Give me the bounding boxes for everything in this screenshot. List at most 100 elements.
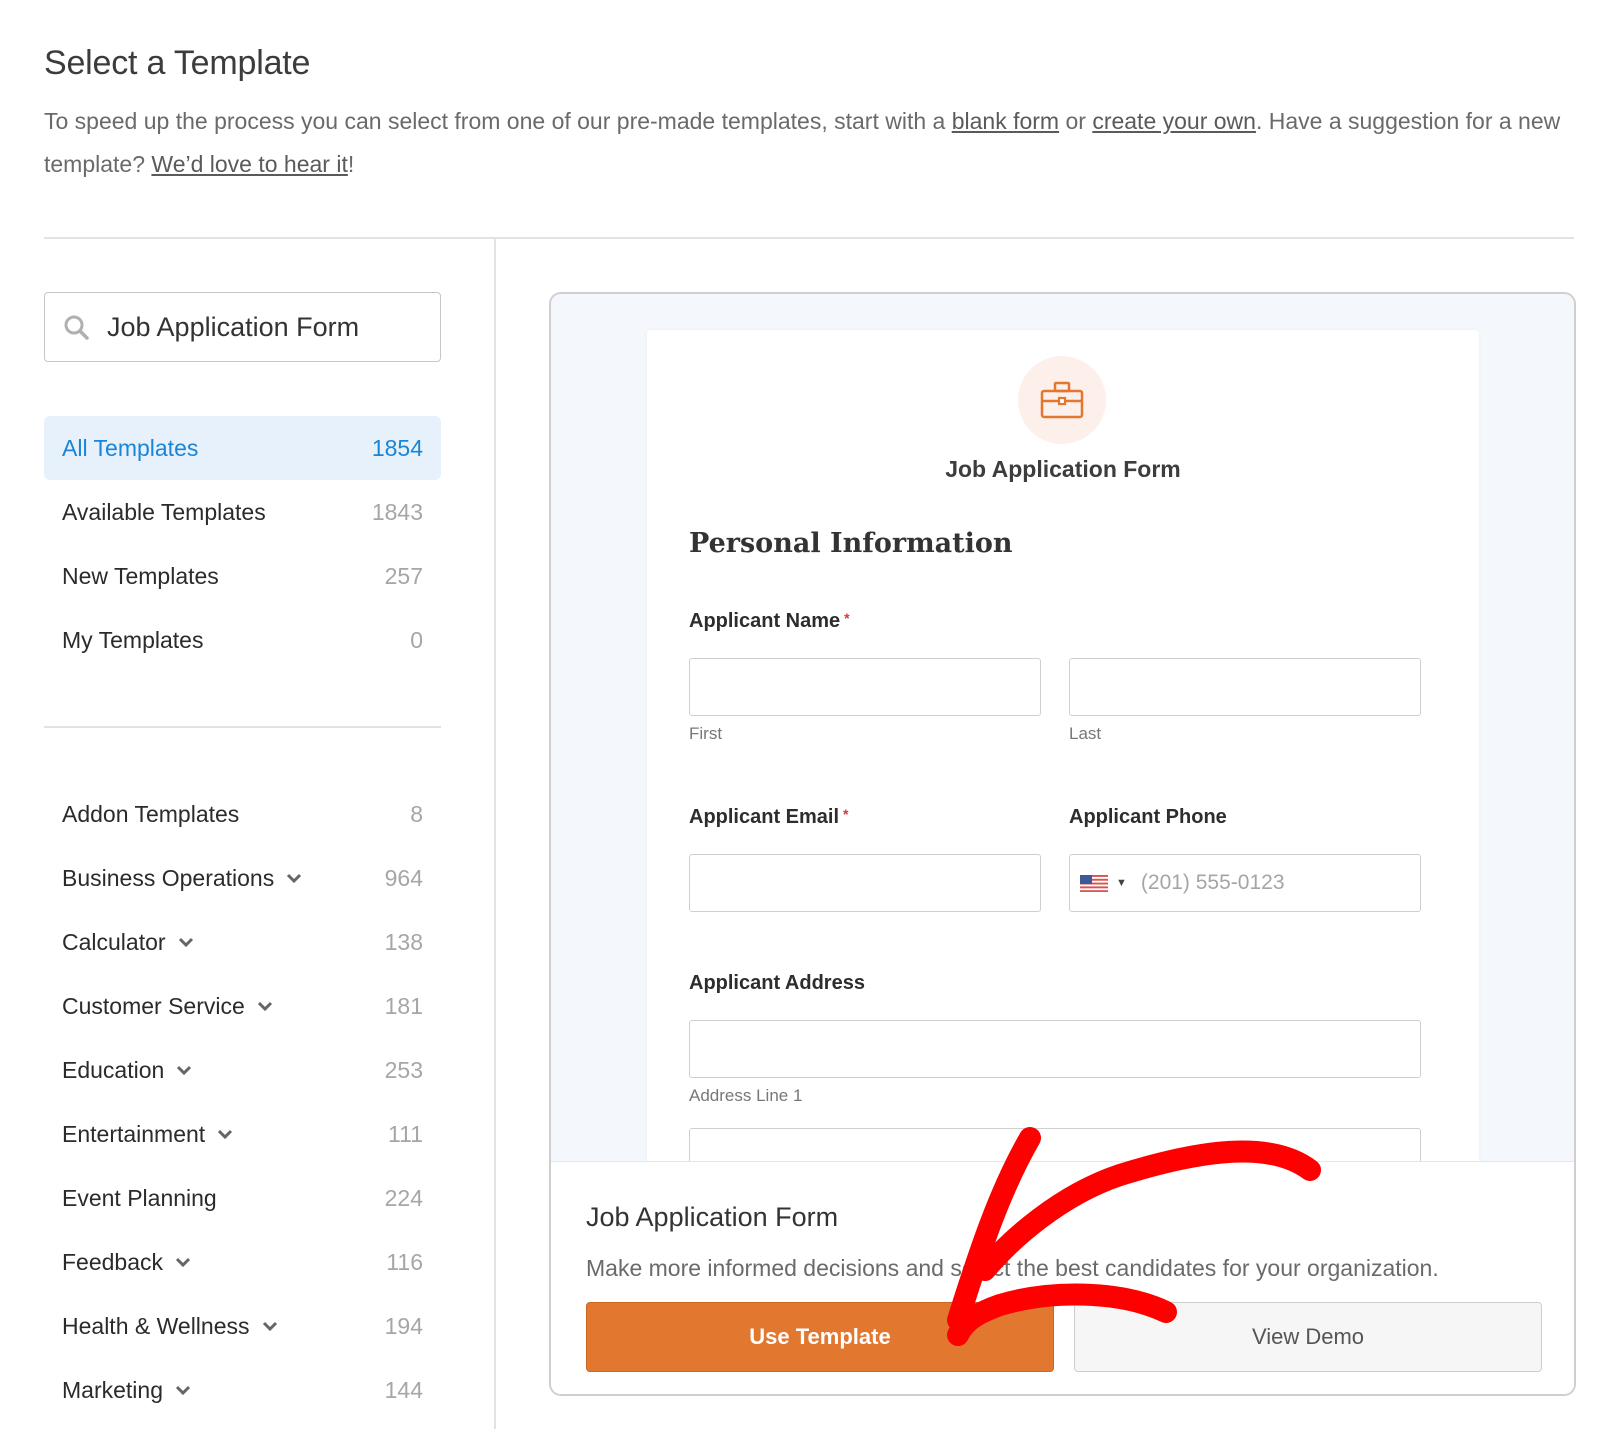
intro-end: ! bbox=[347, 151, 355, 177]
sidebar-divider bbox=[44, 726, 441, 728]
category-count: 964 bbox=[384, 864, 423, 891]
category-addon-templates[interactable]: Addon Templates 8 bbox=[44, 782, 441, 846]
last-name-input[interactable] bbox=[1069, 658, 1421, 716]
intro-or: or bbox=[1059, 108, 1093, 134]
intro-part-1: To speed up the process you can select f… bbox=[44, 108, 952, 134]
view-demo-button[interactable]: View Demo bbox=[1074, 1302, 1542, 1372]
filter-label: My Templates bbox=[62, 626, 204, 653]
category-name: Addon Templates bbox=[62, 800, 240, 827]
category-count: 8 bbox=[410, 800, 423, 827]
required-marker: * bbox=[843, 806, 849, 822]
filter-label: All Templates bbox=[62, 434, 199, 461]
category-customer-service[interactable]: Customer Service 181 bbox=[44, 974, 441, 1038]
template-description: Make more informed decisions and select … bbox=[586, 1255, 1439, 1281]
category-label: Customer Service bbox=[62, 993, 273, 1020]
filter-count: 1843 bbox=[371, 498, 423, 525]
last-name-sublabel: Last bbox=[1069, 724, 1102, 743]
category-count: 116 bbox=[386, 1248, 423, 1275]
address-line1-sublabel: Address Line 1 bbox=[689, 1086, 803, 1105]
category-calculator[interactable]: Calculator 138 bbox=[44, 910, 441, 974]
blank-form-link[interactable]: blank form bbox=[952, 108, 1059, 134]
category-marketing[interactable]: Marketing 144 bbox=[44, 1358, 441, 1422]
category-count: 138 bbox=[384, 928, 423, 955]
country-dropdown-caret-icon[interactable]: ▼ bbox=[1116, 877, 1127, 889]
filter-label: New Templates bbox=[62, 562, 219, 589]
filter-count: 1854 bbox=[371, 434, 423, 461]
category-label: Entertainment bbox=[62, 1121, 233, 1148]
filter-new-templates[interactable]: New Templates 257 bbox=[44, 544, 441, 608]
chevron-down-icon[interactable] bbox=[178, 936, 194, 948]
category-count: 111 bbox=[388, 1120, 423, 1147]
filter-available-templates[interactable]: Available Templates 1843 bbox=[44, 480, 441, 544]
category-label: Addon Templates bbox=[62, 801, 239, 828]
column-divider bbox=[494, 238, 496, 1429]
template-search[interactable] bbox=[44, 292, 441, 362]
applicant-address-label: Applicant Address bbox=[689, 972, 865, 994]
phone-input[interactable]: ▼ (201) 555-0123 bbox=[1069, 854, 1421, 912]
category-name: Marketing bbox=[62, 1376, 163, 1403]
briefcase-icon bbox=[1040, 381, 1084, 419]
category-name: Health & Wellness bbox=[62, 1312, 250, 1339]
filter-all-templates[interactable]: All Templates 1854 bbox=[44, 416, 441, 480]
form-preview-sheet: Job Application Form Personal Informatio… bbox=[647, 330, 1479, 1161]
phone-placeholder: (201) 555-0123 bbox=[1140, 871, 1285, 894]
category-label: Calculator bbox=[62, 929, 194, 956]
category-entertainment[interactable]: Entertainment 111 bbox=[44, 1102, 441, 1166]
form-preview-area[interactable]: Job Application Form Personal Informatio… bbox=[551, 294, 1574, 1162]
category-event-planning[interactable]: Event Planning 224 bbox=[44, 1166, 441, 1230]
applicant-phone-label: Applicant Phone bbox=[1069, 806, 1227, 828]
use-template-button[interactable]: Use Template bbox=[586, 1302, 1054, 1372]
chevron-down-icon[interactable] bbox=[175, 1384, 191, 1396]
first-name-sublabel: First bbox=[689, 724, 723, 743]
chevron-down-icon[interactable] bbox=[286, 872, 302, 884]
intro-text: To speed up the process you can select f… bbox=[44, 100, 1574, 186]
category-name: Customer Service bbox=[62, 992, 245, 1019]
category-count: 194 bbox=[384, 1312, 423, 1339]
applicant-name-label: Applicant Name * bbox=[689, 610, 850, 633]
filter-count: 0 bbox=[410, 626, 423, 653]
section-title: Personal Information bbox=[689, 528, 1013, 559]
chevron-down-icon[interactable] bbox=[175, 1256, 191, 1268]
chevron-down-icon[interactable] bbox=[257, 1000, 273, 1012]
filter-my-templates[interactable]: My Templates 0 bbox=[44, 608, 441, 672]
category-name: Business Operations bbox=[62, 864, 275, 891]
category-health-wellness[interactable]: Health & Wellness 194 bbox=[44, 1294, 441, 1358]
template-info: Job Application Form Make more informed … bbox=[551, 1162, 1574, 1394]
suggest-template-link[interactable]: We’d love to hear it bbox=[151, 151, 347, 177]
category-label: Health & Wellness bbox=[62, 1313, 278, 1340]
filter-count: 257 bbox=[384, 562, 423, 589]
form-icon-badge bbox=[1018, 356, 1106, 444]
category-label: Event Planning bbox=[62, 1185, 217, 1212]
category-count: 144 bbox=[384, 1376, 423, 1403]
category-feedback[interactable]: Feedback 116 bbox=[44, 1230, 441, 1294]
us-flag-icon[interactable] bbox=[1080, 874, 1108, 892]
label-text: Applicant Name bbox=[689, 610, 841, 632]
required-marker: * bbox=[844, 610, 850, 626]
label-text: Applicant Email bbox=[689, 806, 840, 828]
category-name: Entertainment bbox=[62, 1120, 206, 1147]
category-count: 224 bbox=[384, 1184, 423, 1211]
applicant-email-label: Applicant Email * bbox=[689, 806, 848, 829]
search-input[interactable] bbox=[107, 311, 407, 343]
category-list: Addon Templates 8 Business Operations 96… bbox=[44, 782, 441, 1422]
category-label: Feedback bbox=[62, 1249, 191, 1276]
search-icon bbox=[63, 314, 89, 340]
category-business-operations[interactable]: Business Operations 964 bbox=[44, 846, 441, 910]
template-preview-card: Job Application Form Personal Informatio… bbox=[549, 292, 1576, 1396]
template-filter-list: All Templates 1854 Available Templates 1… bbox=[44, 416, 441, 672]
filter-label: Available Templates bbox=[62, 498, 266, 525]
chevron-down-icon[interactable] bbox=[217, 1128, 233, 1140]
create-your-own-link[interactable]: create your own bbox=[1092, 108, 1256, 134]
address-line2-input[interactable] bbox=[689, 1128, 1421, 1161]
header-divider bbox=[44, 237, 1574, 239]
first-name-input[interactable] bbox=[689, 658, 1041, 716]
category-label: Business Operations bbox=[62, 865, 302, 892]
chevron-down-icon[interactable] bbox=[262, 1320, 278, 1332]
category-count: 181 bbox=[384, 992, 423, 1019]
category-name: Education bbox=[62, 1056, 165, 1083]
page-title: Select a Template bbox=[44, 44, 311, 82]
chevron-down-icon[interactable] bbox=[176, 1064, 192, 1076]
category-education[interactable]: Education 253 bbox=[44, 1038, 441, 1102]
email-input[interactable] bbox=[689, 854, 1041, 912]
address-line1-input[interactable] bbox=[689, 1020, 1421, 1078]
